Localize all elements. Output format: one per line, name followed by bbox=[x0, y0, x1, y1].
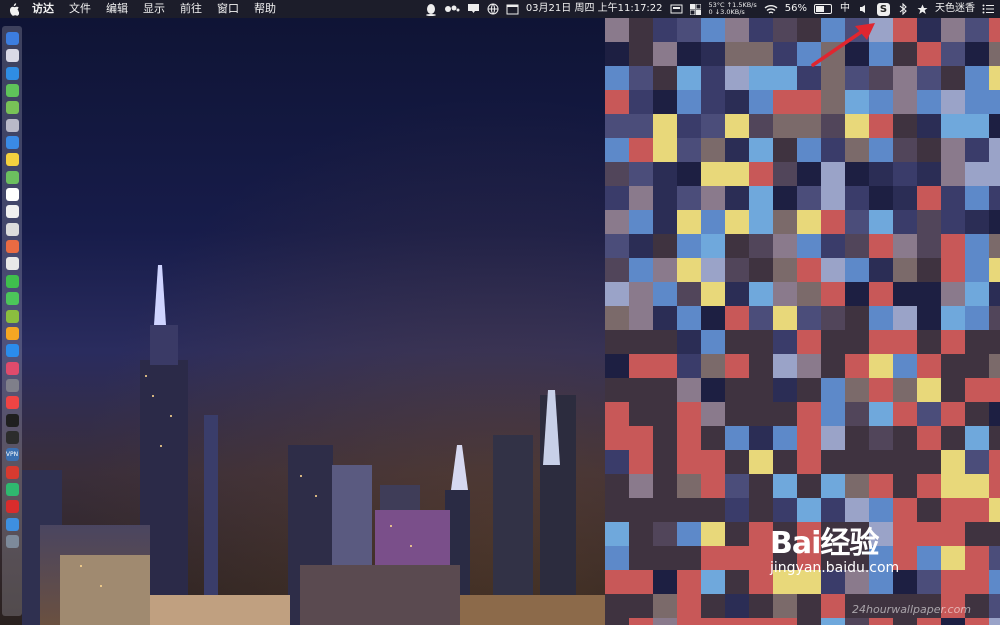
battery-icon[interactable] bbox=[814, 4, 832, 14]
menu-file[interactable]: 文件 bbox=[69, 0, 91, 18]
scribble-s-icon[interactable]: S bbox=[877, 2, 890, 16]
app-menu-finder[interactable]: 访达 bbox=[32, 0, 54, 18]
baidu-site: jingyan.baidu.com bbox=[770, 560, 900, 576]
user-name[interactable]: 天色迷香 bbox=[935, 0, 975, 18]
battery-percent[interactable]: 56% bbox=[785, 0, 807, 18]
clock[interactable]: 03月21日 周四 上午11:17:22 bbox=[526, 0, 663, 18]
sketch-icon[interactable] bbox=[5, 326, 19, 340]
messages-icon[interactable] bbox=[5, 274, 19, 288]
netease-music-icon[interactable] bbox=[5, 500, 19, 514]
android-icon[interactable] bbox=[5, 101, 19, 115]
globe-icon[interactable] bbox=[487, 2, 499, 16]
wechat-icon[interactable] bbox=[5, 84, 19, 98]
menu-view[interactable]: 显示 bbox=[143, 0, 165, 18]
qq-icon[interactable] bbox=[425, 2, 437, 16]
document-icon[interactable] bbox=[5, 222, 19, 236]
photos-icon[interactable] bbox=[5, 240, 19, 254]
menu-bar: 访达 文件 编辑 显示 前往 窗口 帮助 03月21日 周四 上午11:17:2… bbox=[0, 0, 1000, 18]
chrome-icon[interactable] bbox=[5, 257, 19, 271]
wechat-work-icon[interactable] bbox=[5, 482, 19, 496]
menu-window[interactable]: 窗口 bbox=[217, 0, 239, 18]
vpn-icon[interactable]: VPN bbox=[5, 448, 19, 462]
menu-go[interactable]: 前往 bbox=[180, 0, 202, 18]
wallpaper-watermark: 24hourwallpaper.com bbox=[852, 603, 972, 616]
list-icon[interactable] bbox=[982, 2, 994, 16]
net-down-readout: 0 ↓3.0KB/s bbox=[708, 8, 745, 16]
trash-icon[interactable] bbox=[5, 534, 19, 548]
wifi-icon[interactable] bbox=[764, 2, 778, 16]
wechat-green-icon[interactable] bbox=[5, 292, 19, 306]
bluetooth-icon[interactable] bbox=[897, 2, 909, 16]
grid-icon[interactable] bbox=[690, 2, 702, 16]
display-icon[interactable] bbox=[670, 2, 683, 16]
inbox-icon[interactable] bbox=[467, 2, 480, 16]
terminal-icon[interactable] bbox=[5, 413, 19, 427]
file-icon[interactable] bbox=[5, 205, 19, 219]
baidu-watermark: Bai经验 jingyan.baidu.com bbox=[770, 518, 950, 578]
menu-edit[interactable]: 编辑 bbox=[106, 0, 128, 18]
vivaldi-icon[interactable] bbox=[5, 396, 19, 410]
finder-icon[interactable] bbox=[5, 32, 19, 45]
volume-icon[interactable] bbox=[858, 2, 870, 16]
dock: VPN bbox=[2, 26, 22, 616]
baidu-brand: Bai经验 bbox=[770, 526, 879, 561]
notes-icon[interactable] bbox=[5, 153, 19, 167]
app-store-icon[interactable] bbox=[5, 136, 19, 150]
network-stats[interactable]: 53°C ↑1.5KB/s 0 ↓3.0KB/s bbox=[709, 2, 757, 16]
menu-help[interactable]: 帮助 bbox=[254, 0, 276, 18]
star-icon[interactable] bbox=[916, 2, 928, 16]
maps-icon[interactable] bbox=[5, 170, 19, 184]
disk-icon[interactable] bbox=[5, 118, 19, 132]
launchpad-icon[interactable] bbox=[5, 49, 19, 63]
safari-icon[interactable] bbox=[5, 66, 19, 80]
yandex-icon[interactable] bbox=[5, 465, 19, 479]
stocks-icon[interactable] bbox=[5, 309, 19, 323]
itunes-icon[interactable] bbox=[5, 361, 19, 375]
input-method-icon[interactable]: 中 bbox=[839, 2, 851, 16]
app-store-blue-icon[interactable] bbox=[5, 344, 19, 358]
red-arrow-annotation bbox=[811, 23, 875, 67]
settings-icon[interactable] bbox=[5, 378, 19, 392]
apple-icon[interactable] bbox=[6, 2, 20, 16]
cloud-dots-icon[interactable] bbox=[444, 2, 460, 16]
calendar-icon[interactable] bbox=[5, 188, 19, 202]
preview-icon[interactable] bbox=[5, 517, 19, 531]
calendar-icon[interactable] bbox=[506, 2, 519, 16]
terminal2-icon[interactable] bbox=[5, 430, 19, 444]
